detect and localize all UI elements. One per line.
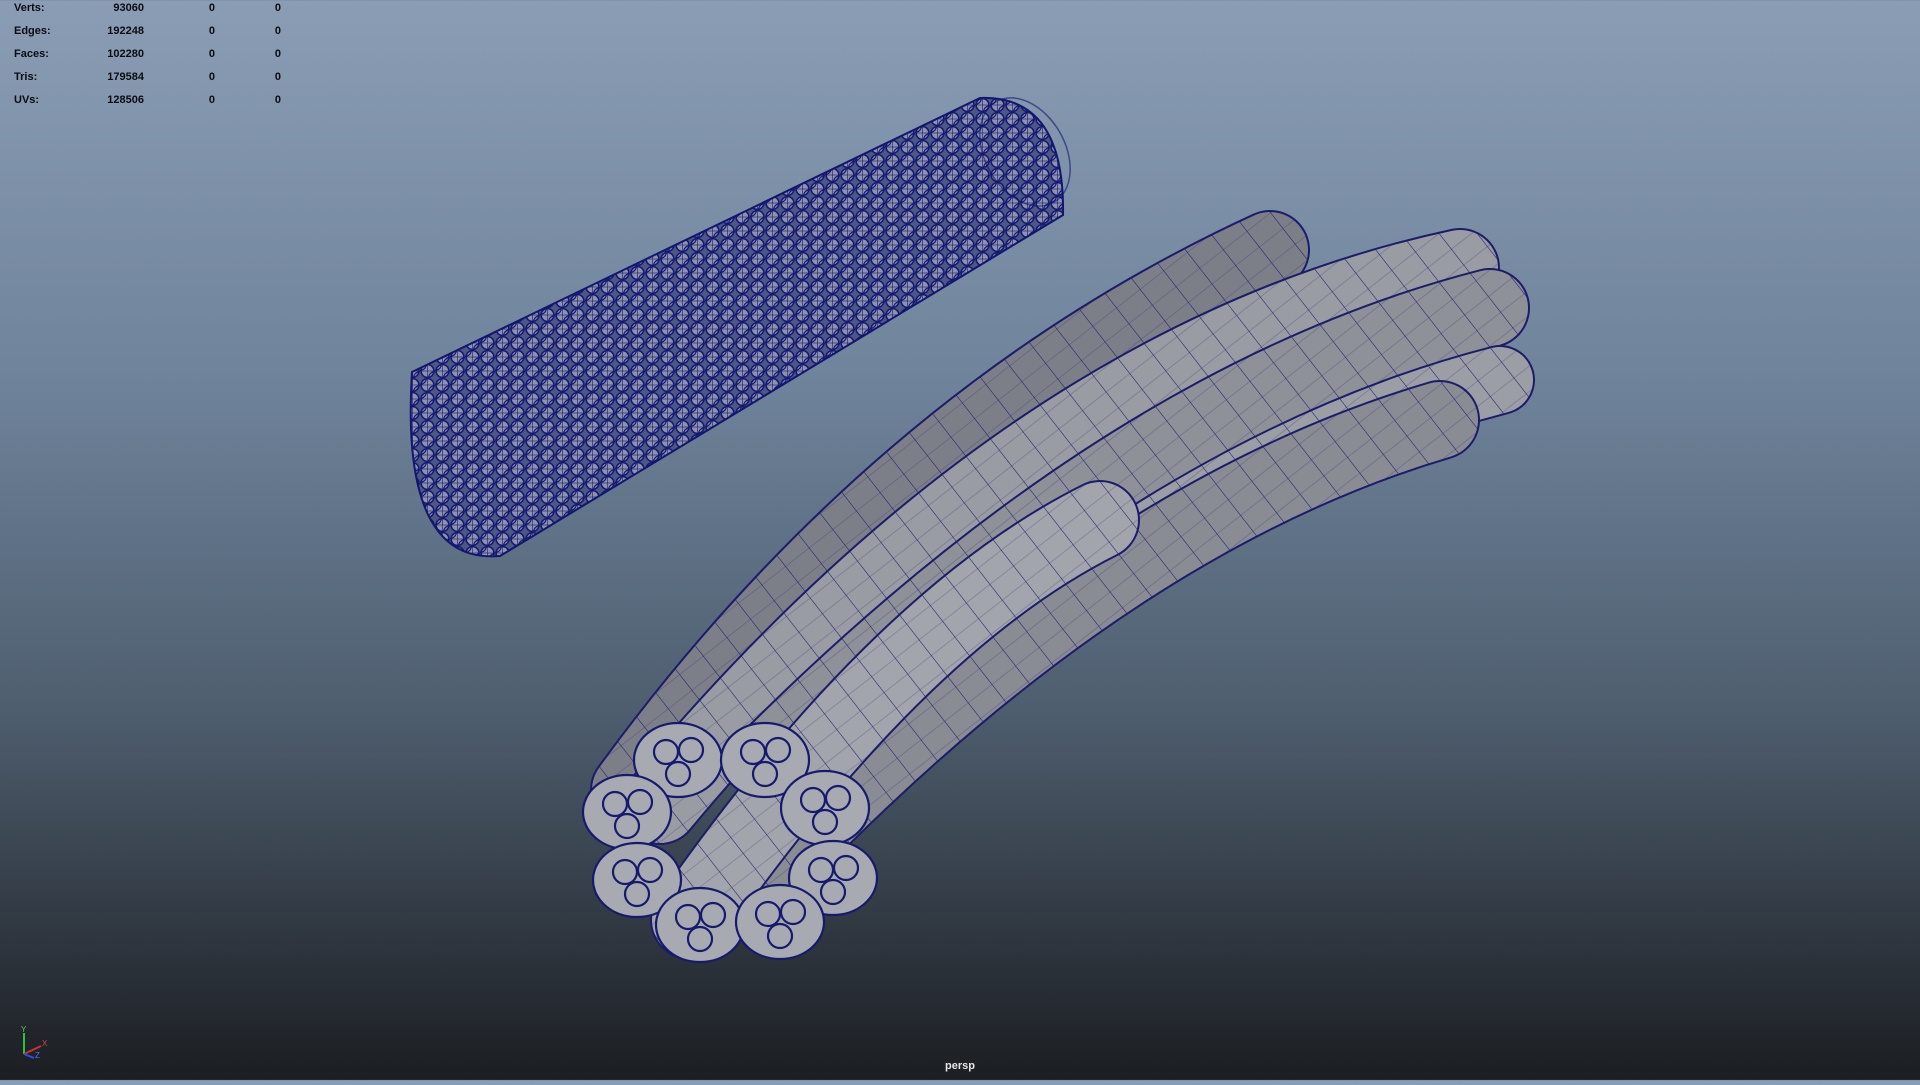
axis-label-y: Y <box>21 1025 27 1034</box>
hud-row-tris: Tris: 179584 0 0 <box>14 69 294 92</box>
axis-label-x: X <box>42 1039 48 1048</box>
poly-count-hud: Verts: 93060 0 0 Edges: 192248 0 0 Faces… <box>14 0 294 115</box>
hud-value: 0 <box>208 71 215 83</box>
camera-label: persp <box>945 1060 975 1072</box>
hud-value: 0 <box>208 25 215 37</box>
hud-label: Tris: <box>14 71 38 83</box>
hud-value: 0 <box>274 94 281 106</box>
hud-row-edges: Edges: 192248 0 0 <box>14 23 294 46</box>
hud-value: 179584 <box>107 71 144 83</box>
hud-value: 0 <box>208 2 215 14</box>
axis-gizmo-icon: Y X Z <box>21 1025 48 1060</box>
hud-row-verts: Verts: 93060 0 0 <box>14 0 294 23</box>
hud-label: Verts: <box>14 2 45 14</box>
hud-label: Edges: <box>14 25 51 37</box>
hud-value: 0 <box>208 94 215 106</box>
hud-value: 0 <box>274 2 281 14</box>
hud-value: 0 <box>274 25 281 37</box>
hud-value: 93060 <box>113 2 144 14</box>
hud-row-uvs: UVs: 128506 0 0 <box>14 92 294 115</box>
hud-value: 192248 <box>107 25 144 37</box>
hud-row-faces: Faces: 102280 0 0 <box>14 46 294 69</box>
hud-value: 0 <box>274 48 281 60</box>
hud-value: 0 <box>274 71 281 83</box>
hud-label: Faces: <box>14 48 49 60</box>
axis-label-z: Z <box>35 1051 40 1060</box>
hud-value: 0 <box>208 48 215 60</box>
viewport-scene <box>409 96 1535 964</box>
hud-value: 102280 <box>107 48 144 60</box>
3d-viewport[interactable] <box>0 0 1920 1080</box>
hud-label: UVs: <box>14 94 40 106</box>
hud-value: 128506 <box>107 94 144 106</box>
